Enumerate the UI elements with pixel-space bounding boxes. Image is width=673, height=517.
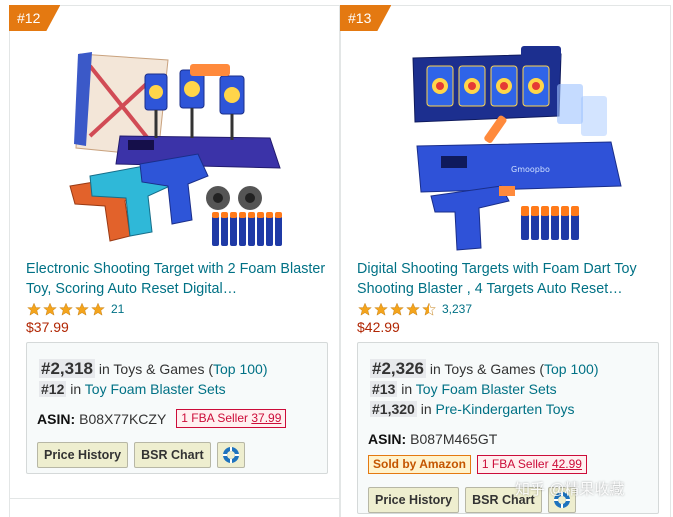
- bsr-line: #1,320 in Pre-Kindergarten Toys: [370, 401, 575, 417]
- review-count-link[interactable]: 21: [111, 302, 124, 316]
- product-card-12: #12 Electronic Shooting Target with 2 Fo…: [9, 5, 340, 517]
- star-full-icon: [59, 302, 73, 316]
- sold-by-amazon-badge: Sold by Amazon: [368, 455, 471, 474]
- star-full-icon: [358, 302, 372, 316]
- fba-seller-label: 1 FBA Seller: [481, 457, 549, 471]
- asin-value: B087M465GT: [410, 431, 498, 447]
- watermark: 知乎 @精果收藏: [515, 481, 625, 498]
- star-rating: [26, 302, 106, 317]
- helium-icon-button[interactable]: [216, 442, 245, 468]
- star-full-icon: [43, 302, 57, 316]
- bsr-in: in: [401, 381, 413, 397]
- price-history-button[interactable]: Price History: [368, 487, 460, 513]
- star-half-icon: [422, 302, 436, 316]
- rank-badge: #12: [9, 5, 60, 31]
- bsr-in: in Toys & Games (: [429, 361, 545, 377]
- rank-badge: #13: [340, 5, 391, 31]
- fba-seller-badge[interactable]: 1 FBA Seller 37.99: [176, 409, 287, 428]
- divider: [9, 498, 340, 499]
- fba-seller-price: 37.99: [251, 411, 282, 425]
- price-history-button[interactable]: Price History: [37, 442, 129, 468]
- seller-tags: Sold by Amazon 1 FBA Seller 42.99: [368, 455, 587, 474]
- bsr-category-link[interactable]: Toy Foam Blaster Sets: [85, 381, 226, 397]
- bsr-rank: #2,326: [370, 359, 426, 378]
- star-full-icon: [27, 302, 41, 316]
- star-full-icon: [406, 302, 420, 316]
- star-full-icon: [390, 302, 404, 316]
- rating[interactable]: 3,237: [357, 300, 472, 318]
- bsr-rank: #1,320: [370, 401, 417, 417]
- product-title-link[interactable]: Digital Shooting Targets with Foam Dart …: [357, 260, 657, 299]
- asin-line: ASIN: B087M465GT: [368, 431, 497, 447]
- bsr-in: in: [420, 401, 432, 417]
- bsr-rank: #12: [39, 381, 67, 397]
- bsr-category-link[interactable]: Pre-Kindergarten Toys: [436, 401, 575, 417]
- bsr-category-link[interactable]: Toy Foam Blaster Sets: [416, 381, 557, 397]
- star-full-icon: [91, 302, 105, 316]
- bsr-chart-button[interactable]: BSR Chart: [134, 442, 211, 468]
- asin-label: ASIN:: [37, 410, 76, 427]
- life-ring-icon: [222, 447, 239, 463]
- bsr-line: #2,318 in Toys & Games (Top 100): [39, 359, 268, 379]
- digital-target-product-image: Gmoopbo: [412, 46, 622, 251]
- star-full-icon: [374, 302, 388, 316]
- product-image[interactable]: Gmoopbo: [361, 36, 651, 256]
- seller-info-box: #2,318 in Toys & Games (Top 100) #12 in …: [26, 342, 328, 474]
- bsr-line: #12 in Toy Foam Blaster Sets: [39, 381, 226, 397]
- asin-label: ASIN:: [368, 431, 407, 447]
- bsr-line: #13 in Toy Foam Blaster Sets: [370, 381, 557, 397]
- bsr-category-link[interactable]: Top 100: [544, 361, 594, 377]
- star-rating: [357, 302, 437, 317]
- bsr-close: ): [593, 361, 599, 377]
- fba-seller-badge[interactable]: 1 FBA Seller 42.99: [476, 455, 587, 474]
- bsr-line: #2,326 in Toys & Games (Top 100): [370, 359, 599, 379]
- review-count-link[interactable]: 3,237: [442, 302, 472, 316]
- blaster-target-product-image: [69, 52, 282, 246]
- product-card-13: #13 Gmoopbo Digital Shooting Targets wit…: [340, 5, 671, 517]
- bsr-rank: #2,318: [39, 359, 95, 378]
- price: $37.99: [26, 319, 69, 335]
- rating[interactable]: 21: [26, 300, 124, 318]
- tool-buttons: Price History BSR Chart: [37, 442, 245, 468]
- bsr-close: ): [262, 361, 268, 377]
- bsr-in: in: [70, 381, 82, 397]
- fba-seller-label: 1 FBA Seller: [181, 411, 248, 425]
- price: $42.99: [357, 319, 400, 335]
- asin-value: B08X77KCZY: [79, 410, 167, 427]
- fba-seller-price: 42.99: [551, 457, 582, 471]
- bsr-rank: #13: [370, 381, 398, 397]
- bsr-category-link[interactable]: Top 100: [213, 361, 263, 377]
- svg-text:Gmoopbo: Gmoopbo: [511, 165, 550, 174]
- star-full-icon: [75, 302, 89, 316]
- product-title-link[interactable]: Electronic Shooting Target with 2 Foam B…: [26, 260, 326, 299]
- product-image[interactable]: [30, 36, 320, 256]
- asin-line: ASIN: B08X77KCZY 1 FBA Seller 37.99: [37, 409, 287, 428]
- bsr-in: in Toys & Games (: [98, 361, 214, 377]
